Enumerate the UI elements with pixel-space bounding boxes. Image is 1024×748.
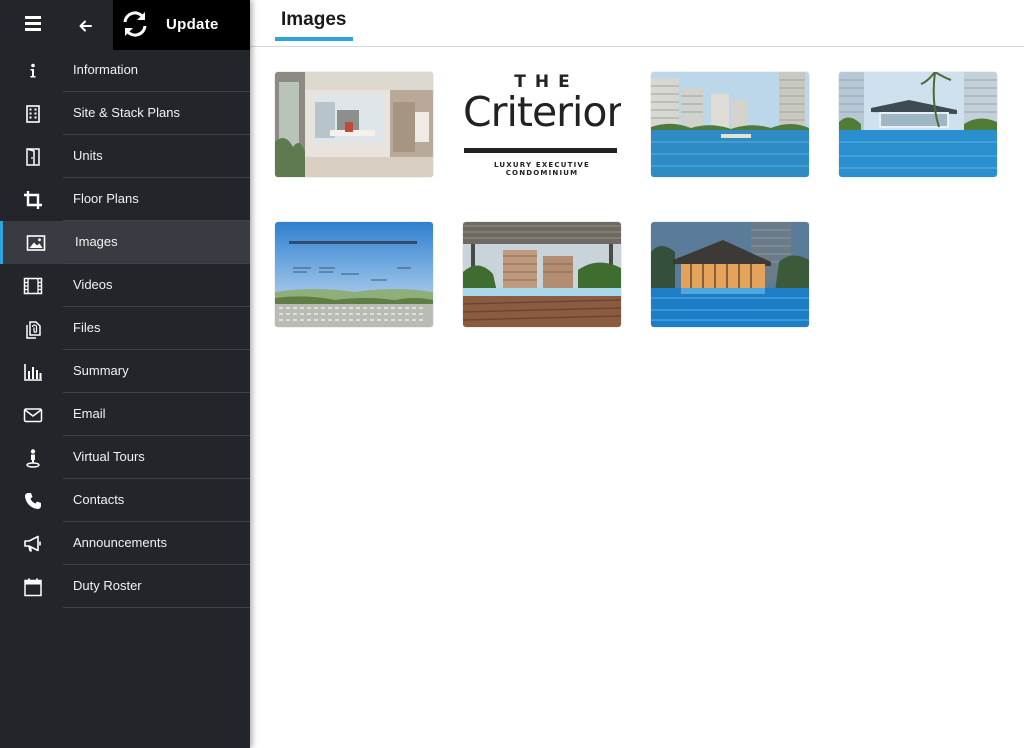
logo-line-tagline: LUXURY EXECUTIVE CONDOMINIUM	[493, 161, 591, 177]
sidebar-nav: Information Site & Stack Plans Units Flo…	[0, 49, 250, 608]
pool-deck-pergola-photo[interactable]	[463, 222, 621, 327]
info-icon	[22, 60, 44, 82]
crop-icon	[22, 189, 44, 211]
sidebar-item-label: Email	[73, 406, 106, 421]
back-button[interactable]	[75, 15, 97, 37]
sidebar-item-label: Videos	[73, 277, 113, 292]
update-label: Update	[166, 16, 219, 33]
sidebar-item-site-stack-plans[interactable]: Site & Stack Plans	[0, 92, 250, 135]
sidebar-item-label: Information	[73, 62, 139, 77]
sidebar-item-images[interactable]: Images	[0, 221, 250, 264]
sidebar-item-label: Site & Stack Plans	[73, 105, 180, 120]
sidebar-item-email[interactable]: Email	[0, 393, 250, 436]
sidebar-item-label: Summary	[73, 363, 129, 378]
sidebar-item-announcements[interactable]: Announcements	[0, 522, 250, 565]
person-pin-icon	[22, 447, 44, 469]
bar-chart-icon	[22, 361, 44, 383]
sidebar-item-label: Floor Plans	[73, 191, 139, 206]
refresh-icon	[123, 11, 147, 37]
sidebar-item-label: Announcements	[73, 535, 167, 550]
sidebar-item-information[interactable]: Information	[0, 49, 250, 92]
night-clubhouse-photo[interactable]	[651, 222, 809, 327]
clubhouse-pool-photo[interactable]	[839, 72, 997, 177]
sidebar-item-label: Contacts	[73, 492, 125, 507]
sidebar-item-label: Duty Roster	[73, 578, 142, 593]
sidebar-item-floor-plans[interactable]: Floor Plans	[0, 178, 250, 221]
sidebar-item-label: Units	[73, 148, 103, 163]
sidebar-item-label: Virtual Tours	[73, 449, 145, 464]
building-icon	[22, 103, 44, 125]
door-icon	[22, 146, 44, 168]
sidebar-item-files[interactable]: Files	[0, 307, 250, 350]
main-content: Images THE Criterion LUXURY EXECUTIVE CO…	[250, 0, 1024, 748]
sidebar-item-videos[interactable]: Videos	[0, 264, 250, 307]
content-header: Images	[250, 0, 1024, 47]
film-icon	[22, 275, 44, 297]
calendar-icon	[22, 576, 44, 598]
files-icon	[22, 318, 44, 340]
logo-line-criterion: Criterion	[463, 88, 621, 136]
sidebar-topbar: Update	[0, 0, 250, 50]
sidebar-item-units[interactable]: Units	[0, 135, 250, 178]
image-icon	[25, 232, 47, 254]
phone-icon	[22, 490, 44, 512]
sidebar-item-label: Images	[75, 234, 118, 249]
arrow-left-icon	[79, 20, 92, 32]
logo-divider	[464, 148, 617, 153]
active-tab-indicator	[275, 37, 353, 41]
sidebar-item-summary[interactable]: Summary	[0, 350, 250, 393]
sidebar: Update Information Site & Stack Plans Un…	[0, 0, 250, 748]
megaphone-icon	[22, 533, 44, 555]
page-title[interactable]: Images	[281, 9, 346, 31]
envelope-icon	[22, 404, 44, 426]
hamburger-icon[interactable]	[19, 16, 46, 36]
interior-living-photo[interactable]	[275, 72, 433, 177]
sidebar-item-contacts[interactable]: Contacts	[0, 479, 250, 522]
sidebar-item-virtual-tours[interactable]: Virtual Tours	[0, 436, 250, 479]
pool-towers-photo[interactable]	[651, 72, 809, 177]
criterion-logo-image[interactable]: THE Criterion LUXURY EXECUTIVE CONDOMINI…	[463, 72, 621, 177]
update-button[interactable]: Update	[113, 0, 250, 50]
sidebar-item-label: Files	[73, 320, 101, 335]
site-views-map-image[interactable]	[275, 222, 433, 327]
sidebar-item-duty-roster[interactable]: Duty Roster	[0, 565, 250, 608]
